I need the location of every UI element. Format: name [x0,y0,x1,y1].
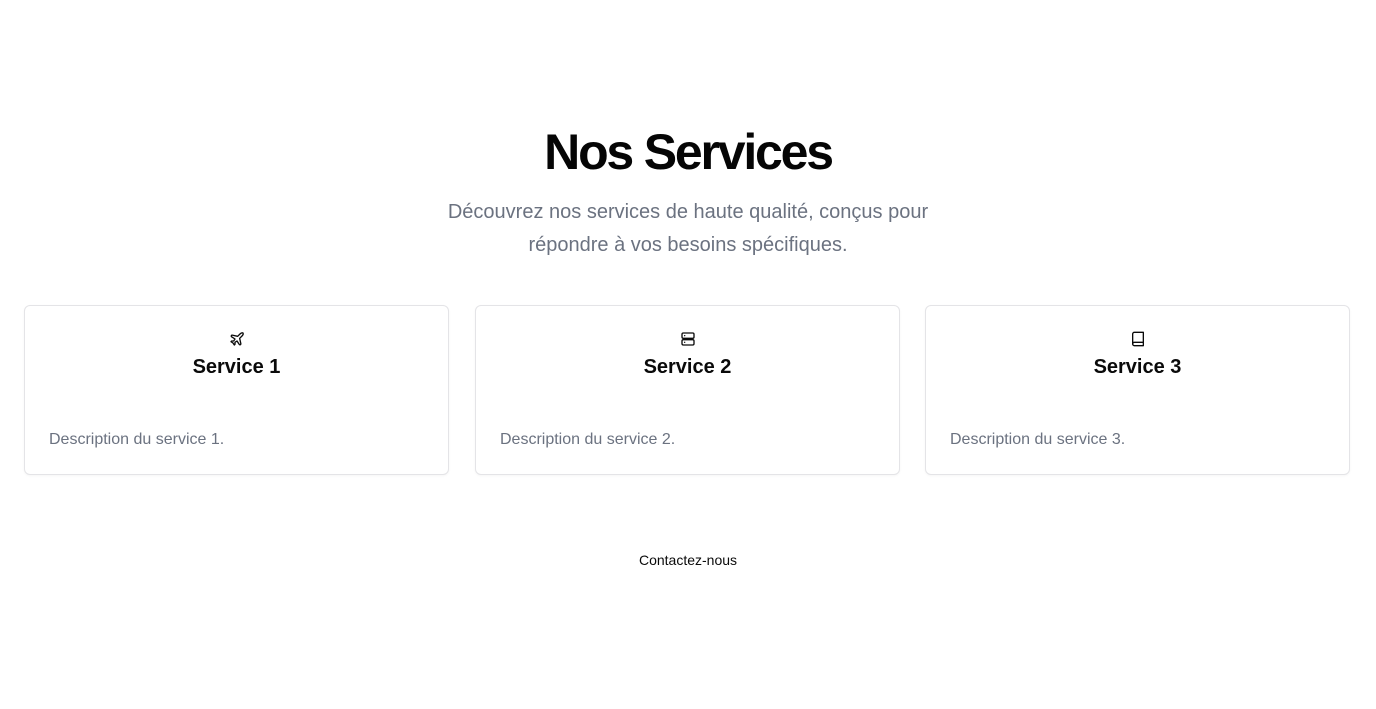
page-title: Nos Services [544,124,834,180]
contact-link[interactable]: Contactez-nous [639,550,737,570]
server-icon [476,330,899,348]
service-description: Description du service 1. [49,431,225,448]
book-icon [926,330,1349,348]
services-grid: Service 1 Description du service 1. Serv… [24,305,1352,477]
service-description: Description du service 3. [950,431,1126,448]
services-page: Nos Services Découvrez nos services de h… [0,0,1376,709]
service-card-3: Service 3 Description du service 3. [925,305,1350,475]
page-subtitle: Découvrez nos services de haute qualité,… [447,201,929,256]
contact-section: Contactez-nous [0,550,1376,570]
service-title: Service 3 [1093,356,1182,378]
service-card-1: Service 1 Description du service 1. [24,305,449,475]
services-header: Nos Services Découvrez nos services de h… [0,120,1376,262]
service-title: Service 1 [192,356,281,378]
service-card-2: Service 2 Description du service 2. [475,305,900,475]
service-description: Description du service 2. [500,431,676,448]
service-title: Service 2 [643,356,732,378]
plane-icon [25,330,448,348]
